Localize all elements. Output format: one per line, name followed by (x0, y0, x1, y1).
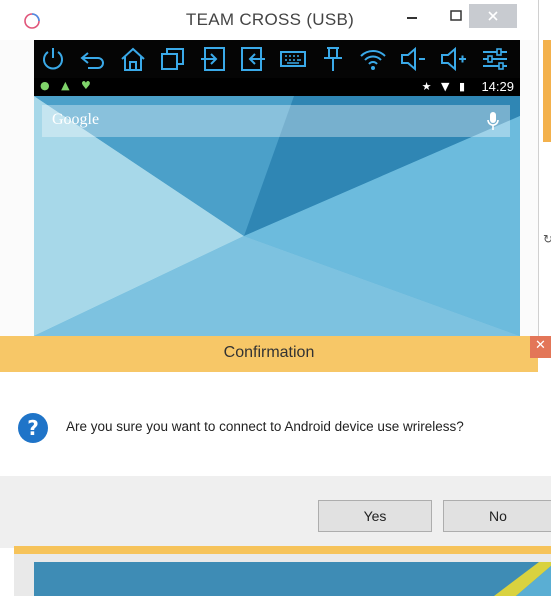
minimize-button[interactable] (398, 6, 426, 28)
close-window-button[interactable] (469, 4, 517, 28)
dialog-title: Confirmation (223, 344, 315, 361)
dialog-titlebar: Confirmation (0, 336, 538, 372)
status-icons: ★ ▼ ▮ (421, 80, 468, 93)
keyboard-icon[interactable] (278, 44, 308, 74)
background-device-screen (34, 562, 551, 596)
device-toolbar (34, 40, 520, 78)
back-icon[interactable] (78, 44, 108, 74)
power-icon[interactable] (38, 44, 68, 74)
google-search-bar[interactable]: Google (42, 105, 510, 137)
pin-icon[interactable] (318, 44, 348, 74)
no-button[interactable]: No (443, 500, 551, 532)
maximize-button[interactable] (442, 6, 470, 28)
yes-button[interactable]: Yes (318, 500, 432, 532)
wifi-icon[interactable] (358, 44, 388, 74)
window-title: TEAM CROSS (USB) (185, 10, 355, 29)
device-window: TEAM CROSS (USB) ● ▲ ♥ ★ ▼ ▮ 14:29 Googl… (0, 0, 539, 336)
close-icon: ✕ (535, 338, 546, 353)
window-accent-stripe (14, 546, 551, 554)
settings-sliders-icon[interactable] (480, 44, 510, 74)
background-device-window (14, 554, 551, 596)
recent-apps-icon[interactable] (158, 44, 188, 74)
volume-up-icon[interactable] (438, 44, 468, 74)
background-window-refresh-icon: ↻ (543, 232, 551, 246)
close-icon (488, 11, 498, 21)
notification-icons: ● ▲ ♥ (40, 79, 95, 92)
svg-text:?: ? (27, 416, 39, 440)
search-placeholder: Google (52, 111, 100, 128)
background-window-accent (543, 40, 551, 142)
status-time: 14:29 (481, 79, 514, 94)
home-icon[interactable] (118, 44, 148, 74)
window-titlebar: TEAM CROSS (USB) (0, 0, 538, 40)
dialog-message: Are you sure you want to connect to Andr… (66, 419, 464, 434)
enter-icon[interactable] (198, 44, 228, 74)
question-icon: ? (18, 413, 48, 443)
exit-icon[interactable] (238, 44, 268, 74)
background-wallpaper (34, 562, 551, 596)
app-logo-icon (24, 13, 40, 29)
volume-down-icon[interactable] (398, 44, 428, 74)
android-statusbar: ● ▲ ♥ ★ ▼ ▮ 14:29 (34, 78, 520, 96)
device-screen[interactable]: Google (34, 96, 520, 336)
microphone-icon[interactable] (486, 111, 500, 131)
